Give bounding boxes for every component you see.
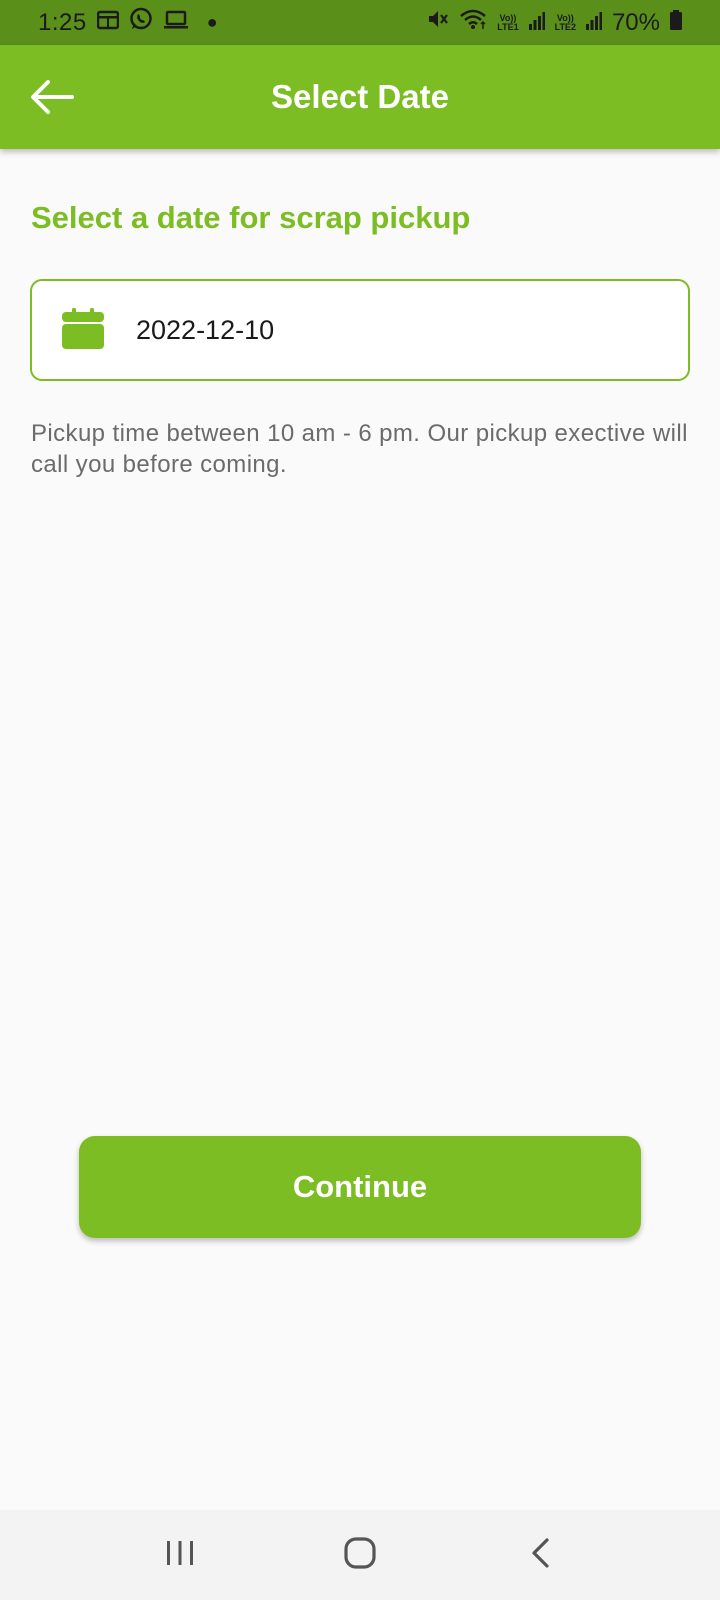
home-button[interactable] [330,1525,390,1585]
status-bar-right: Vo)) LTE1 Vo)) LTE2 70% [427,8,682,37]
mute-icon [427,8,449,37]
arrow-left-icon [30,79,74,120]
signal-icon [528,9,545,37]
page-title: Select Date [271,78,449,115]
home-icon [343,1536,377,1575]
notification-dot-icon: ● [206,12,218,32]
section-title: Select a date for scrap pickup [31,200,471,235]
date-value: 2022-12-10 [136,314,275,345]
app-bar: Select Date [0,45,720,149]
battery-icon [670,9,682,37]
status-bar-left: 1:25 ● [38,7,218,38]
network-lte1-indicator: Vo)) LTE1 [497,13,519,32]
battery-percentage: 70% [611,8,660,36]
laptop-icon [163,9,189,37]
recent-apps-button[interactable] [150,1525,210,1585]
calendar-icon [62,307,104,354]
back-icon [529,1537,551,1574]
net2-bottom-label: LTE2 [554,21,576,32]
pickup-info-text: Pickup time between 10 am - 6 pm. Our pi… [31,420,688,478]
status-time: 1:25 [38,8,87,36]
calendar-notification-icon [96,9,119,37]
nav-back-button[interactable] [510,1525,570,1585]
wifi-icon [459,8,487,37]
network-lte2-indicator: Vo)) LTE2 [554,13,576,32]
status-bar: 1:25 ● Vo)) LTE1 Vo)) LTE2 70% [0,0,720,45]
date-picker-field[interactable]: 2022-12-10 [30,279,690,381]
back-button[interactable] [28,75,76,123]
system-nav-bar [0,1510,720,1600]
signal-icon [585,9,602,37]
recent-apps-icon [165,1539,195,1572]
whatsapp-icon [129,7,153,38]
continue-button[interactable]: Continue [79,1136,641,1238]
net1-bottom-label: LTE1 [497,21,519,32]
